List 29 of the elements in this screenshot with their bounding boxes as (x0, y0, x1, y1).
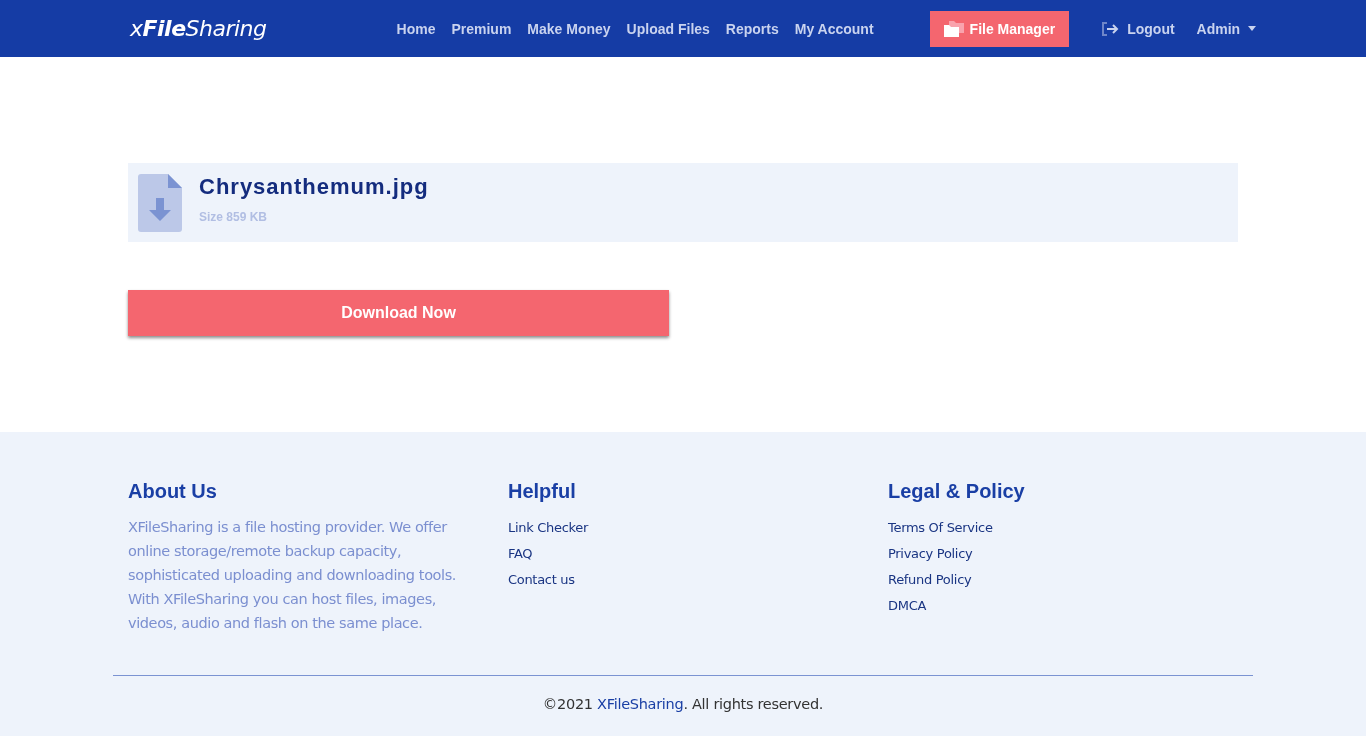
nav-link[interactable]: Premium (451, 20, 512, 37)
footer-link[interactable]: FAQ (508, 541, 533, 567)
footer-heading: About Us (128, 480, 217, 503)
file-download-icon (138, 173, 182, 232)
footer-link[interactable]: Refund Policy (888, 567, 972, 593)
footer-link[interactable]: DMCA (888, 593, 926, 619)
footer-heading: Legal & Policy (888, 480, 1025, 503)
nav-link[interactable]: My Account (794, 20, 874, 37)
folder-icon (943, 20, 964, 37)
file-name: Chrysanthemum.jpg (199, 173, 429, 200)
site-logo[interactable]: xFileSharing (130, 16, 267, 41)
footer-link[interactable]: Contact us (508, 567, 575, 593)
footer-link[interactable]: Terms Of Service (888, 515, 993, 541)
logout-link[interactable]: Logout (1101, 20, 1175, 37)
nav-link[interactable]: Reports (725, 20, 779, 37)
nav-link[interactable]: Home (396, 20, 436, 37)
site-link[interactable]: XFileSharing (597, 696, 684, 712)
file-size: Size 859 KB (199, 209, 269, 224)
footer-link[interactable]: Link Checker (508, 515, 589, 541)
about-text: XFileSharing is a file hosting provider. We offer online storage/remote backup capacity, sophisticated uploading and downloading tools. With XFileSharing you can host files, images, videos, audio and flash on the same place. (128, 518, 458, 633)
nav-link[interactable]: Make Money (527, 20, 611, 37)
copyright-text: . All rights reserved. (683, 696, 824, 712)
footer-heading: Helpful (508, 480, 576, 503)
footer-link[interactable]: Privacy Policy (888, 541, 973, 567)
user-menu[interactable]: Admin (1196, 20, 1257, 37)
copyright-text: ©2021 (542, 696, 593, 712)
logout-icon (1101, 21, 1120, 36)
nav-link[interactable]: Upload Files (626, 20, 710, 37)
caret-icon (1248, 26, 1257, 31)
